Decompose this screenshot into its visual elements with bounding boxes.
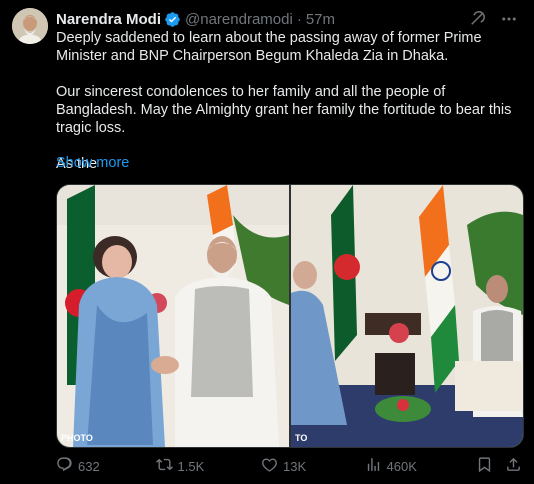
repost-count: 1.5K xyxy=(177,458,205,474)
tweet-card[interactable]: Narendra Modi @narendramodi · 57m Deeply… xyxy=(0,0,534,484)
views-count: 460K xyxy=(386,458,417,474)
photo-credit: PHOTO xyxy=(61,433,93,443)
photo-credit: TO xyxy=(295,433,308,443)
bookmark-button[interactable] xyxy=(476,456,493,476)
views-button[interactable]: 460K xyxy=(365,456,476,476)
tweet-header: Narendra Modi @narendramodi · 57m xyxy=(56,9,335,29)
media-grid: PHOTO TO xyxy=(56,184,524,448)
reply-count: 632 xyxy=(78,458,100,474)
secondary-actions xyxy=(476,456,522,476)
avatar[interactable] xyxy=(12,8,48,44)
action-bar: 632 1.5K 13K 460K xyxy=(56,455,522,477)
share-button[interactable] xyxy=(505,456,522,476)
bookmark-icon xyxy=(476,456,493,476)
show-more-link[interactable]: Show more xyxy=(56,155,129,171)
like-button[interactable]: 13K xyxy=(261,456,365,476)
separator-dot: · xyxy=(296,10,302,28)
like-count: 13K xyxy=(283,458,307,474)
repost-icon xyxy=(155,456,173,476)
post-time[interactable]: 57m xyxy=(306,11,335,28)
grok-icon[interactable] xyxy=(466,8,488,30)
repost-button[interactable]: 1.5K xyxy=(155,456,262,476)
more-options-icon[interactable] xyxy=(498,8,520,30)
reply-button[interactable]: 632 xyxy=(56,456,156,476)
share-icon xyxy=(505,456,522,476)
header-actions xyxy=(466,8,520,30)
heart-icon xyxy=(261,456,278,476)
author-name[interactable]: Narendra Modi xyxy=(56,11,161,28)
views-icon xyxy=(365,456,382,476)
verified-badge-icon xyxy=(164,11,181,28)
post-paragraph: Our sincerest condolences to her family … xyxy=(56,84,512,136)
reply-icon xyxy=(56,456,73,476)
media-photo-right[interactable]: TO xyxy=(291,185,523,447)
post-text: Deeply saddened to learn about the passi… xyxy=(56,29,522,173)
media-photo-left[interactable]: PHOTO xyxy=(57,185,289,447)
author-handle[interactable]: @narendramodi xyxy=(185,11,293,28)
post-paragraph: Deeply saddened to learn about the passi… xyxy=(56,30,482,64)
